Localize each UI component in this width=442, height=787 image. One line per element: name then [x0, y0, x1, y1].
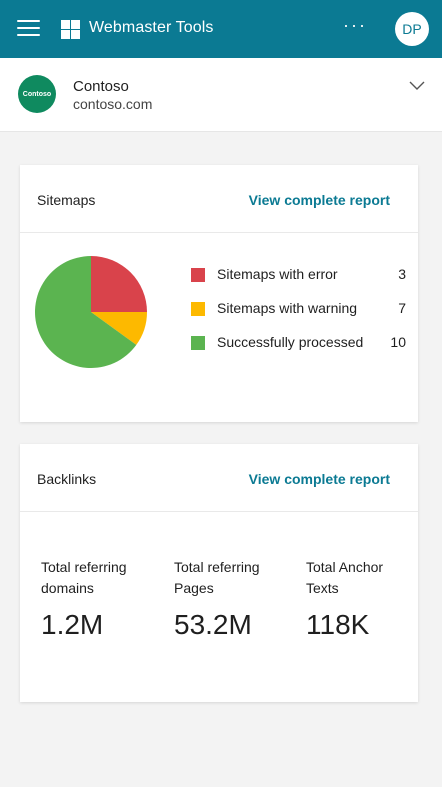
legend-item-error: Sitemaps with error 3: [191, 266, 406, 300]
sitemaps-view-report-link[interactable]: View complete report: [249, 192, 390, 208]
backlinks-card-header: Backlinks View complete report: [20, 444, 418, 512]
metric-referring-pages: Total referring Pages 53.2M: [174, 557, 294, 640]
backlinks-view-report-link[interactable]: View complete report: [249, 471, 390, 487]
legend-label: Successfully processed: [217, 334, 364, 350]
more-options-icon[interactable]: ···: [343, 16, 367, 34]
chevron-down-icon[interactable]: [409, 79, 425, 91]
site-logo: Contoso: [18, 75, 56, 113]
legend-label: Sitemaps with error: [217, 266, 338, 282]
metric-referring-domains: Total referring domains 1.2M: [41, 557, 161, 640]
site-selector[interactable]: Contoso Contoso contoso.com: [0, 58, 442, 132]
sitemaps-card: Sitemaps View complete report Sitemaps w…: [20, 165, 418, 422]
metric-label: Total Anchor: [306, 559, 384, 575]
metric-value: 53.2M: [174, 609, 252, 640]
metric-value: 1.2M: [41, 609, 104, 640]
metric-label: Pages: [174, 580, 214, 596]
site-url: contoso.com: [73, 96, 153, 112]
legend-count: 3: [398, 266, 406, 282]
sitemaps-legend: Sitemaps with error 3 Sitemaps with warn…: [191, 266, 406, 368]
sitemaps-pie-chart: [35, 256, 147, 368]
metric-anchor-texts: Total Anchor Texts 118K: [306, 557, 426, 640]
legend-count: 10: [390, 334, 406, 350]
legend-label: Sitemaps with warning: [217, 300, 358, 316]
metric-label: Total referring: [41, 559, 127, 575]
legend-swatch-warning: [191, 302, 205, 316]
metric-value: 118K: [306, 609, 370, 640]
legend-item-success: Successfully processed 10: [191, 334, 406, 368]
metric-label: Texts: [306, 580, 339, 596]
site-name: Contoso: [73, 78, 129, 95]
metric-label: Total referring: [174, 559, 260, 575]
pie-slice-0: [91, 256, 147, 312]
metric-label: domains: [41, 580, 94, 596]
sitemaps-title: Sitemaps: [37, 192, 96, 208]
legend-item-warning: Sitemaps with warning 7: [191, 300, 406, 334]
legend-count: 7: [398, 300, 406, 316]
backlinks-card: Backlinks View complete report Total ref…: [20, 444, 418, 702]
legend-swatch-success: [191, 336, 205, 350]
hamburger-icon[interactable]: [17, 20, 40, 37]
backlinks-title: Backlinks: [37, 471, 97, 487]
sitemaps-card-header: Sitemaps View complete report: [20, 165, 418, 233]
app-bar: Webmaster Tools ··· DP: [0, 0, 442, 58]
app-title: Webmaster Tools: [89, 19, 214, 36]
legend-swatch-error: [191, 268, 205, 282]
windows-logo-icon: [61, 20, 80, 39]
user-avatar[interactable]: DP: [395, 12, 429, 46]
